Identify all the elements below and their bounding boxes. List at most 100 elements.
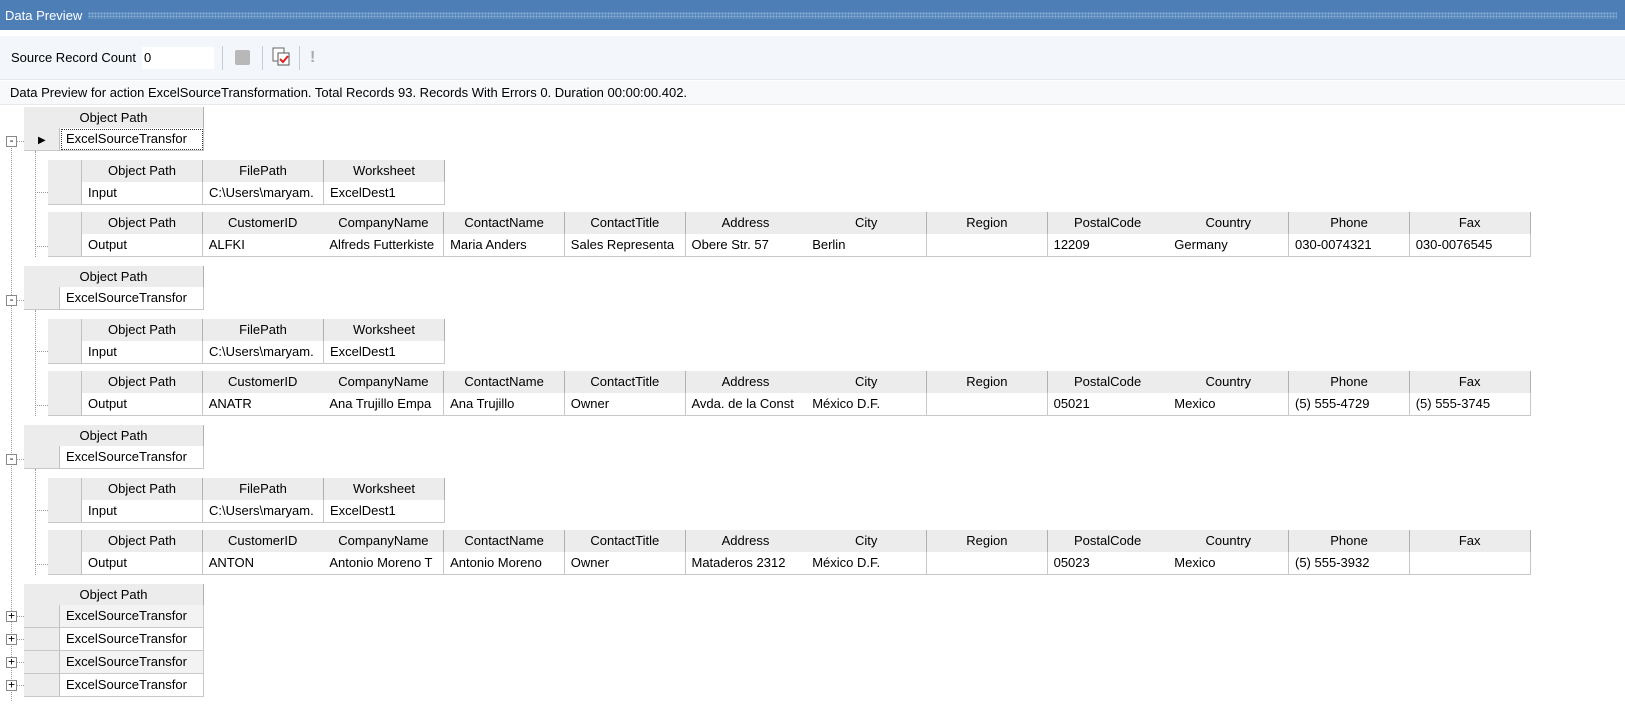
output-header-country[interactable]: Country bbox=[1168, 371, 1290, 394]
output-cell[interactable]: Obere Str. 57 bbox=[685, 234, 807, 257]
drag-grip[interactable] bbox=[88, 11, 1617, 19]
outer-header-object-path[interactable]: Object Path bbox=[24, 107, 204, 130]
output-header-address[interactable]: Address bbox=[685, 212, 807, 235]
input-cell[interactable]: C:\Users\maryam. bbox=[203, 500, 324, 523]
output-header-fax[interactable]: Fax bbox=[1409, 371, 1531, 394]
output-cell[interactable]: 030-0076545 bbox=[1409, 234, 1531, 257]
row-header[interactable] bbox=[24, 628, 60, 651]
outer-header-object-path[interactable]: Object Path bbox=[24, 266, 204, 289]
input-header-worksheet[interactable]: Worksheet bbox=[324, 319, 445, 342]
output-cell[interactable]: Output bbox=[82, 393, 203, 416]
output-cell[interactable]: Mataderos 2312 bbox=[685, 552, 807, 575]
row-header[interactable] bbox=[48, 393, 82, 416]
source-record-count-input[interactable]: 0 bbox=[142, 46, 215, 69]
output-header-postalcode[interactable]: PostalCode bbox=[1047, 530, 1169, 553]
object-path-cell[interactable]: ExcelSourceTransfor bbox=[60, 605, 204, 628]
input-cell[interactable]: ExcelDest1 bbox=[324, 500, 445, 523]
output-header-object-path[interactable]: Object Path bbox=[82, 212, 203, 235]
output-cell[interactable]: Output bbox=[82, 234, 203, 257]
row-header[interactable] bbox=[48, 341, 82, 364]
input-header-object-path[interactable]: Object Path bbox=[82, 319, 203, 342]
input-header-object-path[interactable]: Object Path bbox=[82, 160, 203, 183]
output-header-contacttitle[interactable]: ContactTitle bbox=[564, 371, 686, 394]
input-header-filepath[interactable]: FilePath bbox=[203, 160, 324, 183]
output-cell[interactable]: 030-0074321 bbox=[1289, 234, 1410, 257]
output-cell[interactable]: México D.F. bbox=[806, 393, 928, 416]
output-cell[interactable]: Antonio Moreno T bbox=[323, 552, 445, 575]
row-header[interactable] bbox=[24, 651, 60, 674]
output-cell[interactable]: Mexico bbox=[1168, 393, 1290, 416]
object-path-cell[interactable]: ExcelSourceTransfor bbox=[60, 674, 204, 697]
output-header-customerid[interactable]: CustomerID bbox=[202, 371, 324, 394]
output-header-city[interactable]: City bbox=[806, 371, 928, 394]
input-header-worksheet[interactable]: Worksheet bbox=[324, 478, 445, 501]
input-cell[interactable]: ExcelDest1 bbox=[324, 182, 445, 205]
output-cell[interactable]: 05023 bbox=[1047, 552, 1169, 575]
output-cell[interactable]: 05021 bbox=[1047, 393, 1169, 416]
output-cell[interactable]: Ana Trujillo Empa bbox=[323, 393, 445, 416]
output-cell[interactable]: Berlin bbox=[806, 234, 928, 257]
stop-icon[interactable] bbox=[235, 50, 251, 65]
outer-header-object-path[interactable]: Object Path bbox=[24, 584, 204, 607]
input-cell[interactable]: Input bbox=[82, 341, 203, 364]
output-header-region[interactable]: Region bbox=[926, 371, 1048, 394]
output-header-city[interactable]: City bbox=[806, 212, 928, 235]
input-header-object-path[interactable]: Object Path bbox=[82, 478, 203, 501]
input-cell[interactable]: Input bbox=[82, 182, 203, 205]
output-cell[interactable]: Antonio Moreno bbox=[444, 552, 566, 575]
output-cell[interactable] bbox=[1409, 552, 1531, 575]
output-header-companyname[interactable]: CompanyName bbox=[323, 212, 445, 235]
output-header-phone[interactable]: Phone bbox=[1289, 212, 1410, 235]
output-header-city[interactable]: City bbox=[806, 530, 928, 553]
output-header-companyname[interactable]: CompanyName bbox=[323, 530, 445, 553]
row-header[interactable] bbox=[24, 605, 60, 628]
row-header[interactable] bbox=[48, 182, 82, 205]
output-cell[interactable] bbox=[926, 234, 1048, 257]
input-header-worksheet[interactable]: Worksheet bbox=[324, 160, 445, 183]
row-header[interactable] bbox=[48, 552, 82, 575]
output-header-contacttitle[interactable]: ContactTitle bbox=[564, 212, 686, 235]
output-cell[interactable]: Owner bbox=[564, 552, 686, 575]
output-cell[interactable]: (5) 555-3932 bbox=[1289, 552, 1410, 575]
output-cell[interactable]: ANTON bbox=[202, 552, 324, 575]
object-path-cell[interactable]: ExcelSourceTransfor bbox=[60, 287, 204, 310]
preview-checklist-icon[interactable] bbox=[271, 46, 291, 69]
output-header-postalcode[interactable]: PostalCode bbox=[1047, 371, 1169, 394]
input-cell[interactable]: C:\Users\maryam. bbox=[203, 341, 324, 364]
output-header-country[interactable]: Country bbox=[1168, 212, 1290, 235]
output-cell[interactable]: Owner bbox=[564, 393, 686, 416]
output-header-phone[interactable]: Phone bbox=[1289, 371, 1410, 394]
row-header[interactable] bbox=[48, 500, 82, 523]
outer-header-object-path[interactable]: Object Path bbox=[24, 425, 204, 448]
output-cell[interactable]: Alfreds Futterkiste bbox=[323, 234, 445, 257]
output-cell[interactable]: Mexico bbox=[1168, 552, 1290, 575]
output-header-contacttitle[interactable]: ContactTitle bbox=[564, 530, 686, 553]
output-header-postalcode[interactable]: PostalCode bbox=[1047, 212, 1169, 235]
object-path-cell[interactable]: ExcelSourceTransfor bbox=[60, 128, 204, 151]
object-path-cell[interactable]: ExcelSourceTransfor bbox=[60, 628, 204, 651]
output-cell[interactable]: ALFKI bbox=[202, 234, 324, 257]
input-cell[interactable]: Input bbox=[82, 500, 203, 523]
object-path-cell[interactable]: ExcelSourceTransfor bbox=[60, 651, 204, 674]
input-header-filepath[interactable]: FilePath bbox=[203, 319, 324, 342]
output-header-customerid[interactable]: CustomerID bbox=[202, 530, 324, 553]
row-header[interactable] bbox=[24, 674, 60, 697]
output-header-phone[interactable]: Phone bbox=[1289, 530, 1410, 553]
output-cell[interactable]: 12209 bbox=[1047, 234, 1169, 257]
output-header-fax[interactable]: Fax bbox=[1409, 530, 1531, 553]
output-header-address[interactable]: Address bbox=[685, 530, 807, 553]
output-header-contactname[interactable]: ContactName bbox=[444, 530, 566, 553]
row-header[interactable] bbox=[24, 287, 60, 310]
output-header-customerid[interactable]: CustomerID bbox=[202, 212, 324, 235]
output-cell[interactable]: (5) 555-4729 bbox=[1289, 393, 1410, 416]
output-header-contactname[interactable]: ContactName bbox=[444, 371, 566, 394]
output-header-fax[interactable]: Fax bbox=[1409, 212, 1531, 235]
object-path-cell[interactable]: ExcelSourceTransfor bbox=[60, 446, 204, 469]
input-cell[interactable]: ExcelDest1 bbox=[324, 341, 445, 364]
output-cell[interactable]: Ana Trujillo bbox=[444, 393, 566, 416]
output-cell[interactable]: Sales Representa bbox=[564, 234, 686, 257]
input-header-filepath[interactable]: FilePath bbox=[203, 478, 324, 501]
output-header-address[interactable]: Address bbox=[685, 371, 807, 394]
output-header-object-path[interactable]: Object Path bbox=[82, 530, 203, 553]
output-cell[interactable]: Germany bbox=[1168, 234, 1290, 257]
